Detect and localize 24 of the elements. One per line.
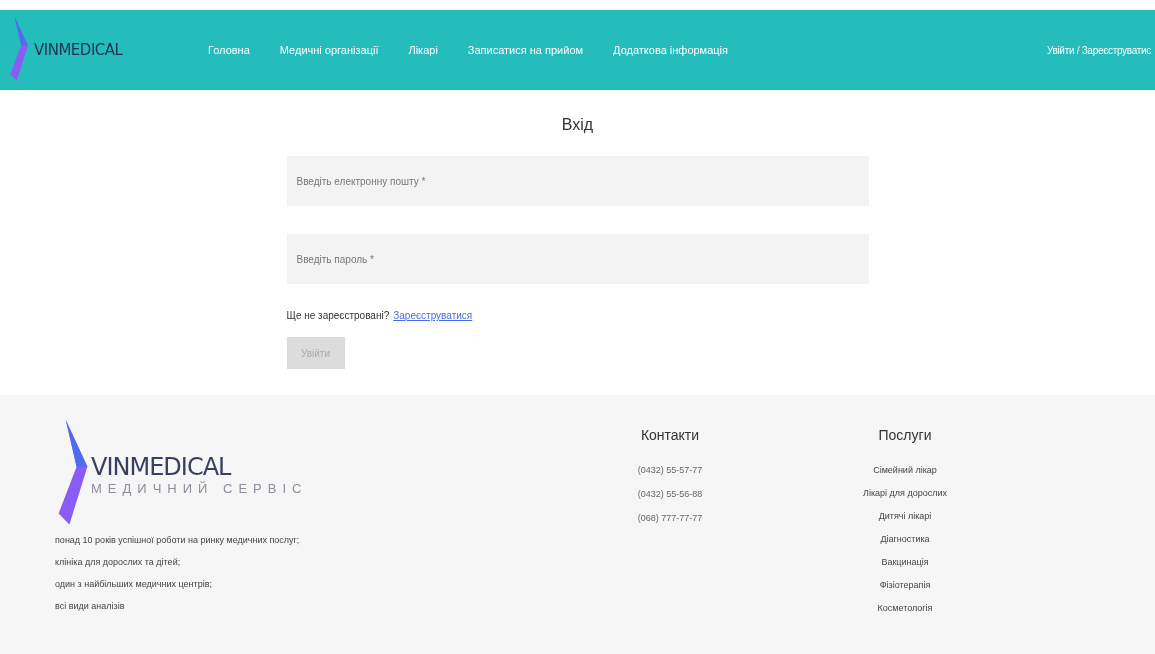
about-line: один з найбільших медичних центрів; [55,579,213,589]
about-line: понад 10 років успішної роботи на ринку медичних послуг; [55,535,301,545]
service-link[interactable]: Фізіотерапія [879,580,931,590]
password-field[interactable]: Введіть пароль * [286,234,869,284]
about-line: клініка для дорослих та дітей; [55,557,182,567]
register-prompt: Ще не зареєстровані? [286,310,390,321]
phone-number: (0432) 55-57-77 [637,465,703,475]
service-link[interactable]: Косметологія [877,603,933,613]
email-field[interactable]: Введіть електронну пошту * [286,156,869,206]
service-link[interactable]: Дитячі лікарі [878,511,932,521]
service-link[interactable]: Сімейний лікар [873,465,937,475]
about-line: всі види аналізів [55,601,126,611]
logo-text[interactable]: VINMEDICAL [34,41,123,59]
page-title: Вхід [560,116,595,134]
services-title: Послуги [878,427,932,443]
logo-tagline: МЕДИЧНИЙ СЕРВІС [91,480,308,496]
service-link[interactable]: Діагностика [880,534,930,544]
service-link[interactable]: Лікарі для дорослих [863,488,947,498]
phone-number: (0432) 55-56-88 [637,489,703,499]
phone-number: (068) 777-77-77 [637,513,703,523]
service-link[interactable]: Вакцинація [881,557,929,567]
contacts-title: Контакти [640,427,700,443]
logo-text: VINMEDICAL [91,452,232,481]
register-link[interactable]: Зареєструватися [393,310,473,321]
